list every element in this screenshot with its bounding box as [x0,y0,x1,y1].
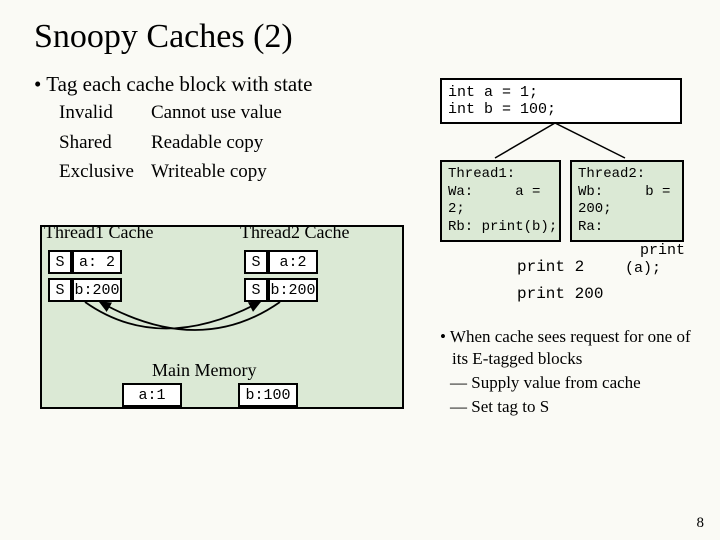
right-text-1: When cache sees request for one of its E… [450,327,691,368]
thread2-box: Thread2: Wb: b = 200; Ra: [570,160,684,242]
cell-val: a: 2 [72,250,122,274]
cell-s: S [48,250,72,274]
cache2-label: Thread2 Cache [240,222,349,243]
right-text-3: Set tag to S [471,397,549,416]
right-explain: • When cache sees request for one of its… [440,326,692,418]
mem-cell: b:100 [238,383,298,407]
mem-cell: a:1 [122,383,182,407]
output-line-1: print 2 [517,258,584,276]
frag-print: print [640,242,685,259]
output-line-2: print 200 [517,285,603,303]
memory-label: Main Memory [152,360,256,381]
state-name: Exclusive [58,158,148,186]
thread1-box: Thread1: Wa: a = 2; Rb: print(b); [440,160,561,242]
slide-number: 8 [697,515,705,532]
cell-val: a:2 [268,250,318,274]
state-desc: Writeable copy [150,158,296,186]
frag-a: (a); [625,260,661,277]
state-desc: Cannot use value [150,99,296,127]
fork-arrows [440,118,676,160]
cache1-label: Thread1 Cache [44,222,153,243]
coherence-arcs [40,280,400,350]
state-name: Shared [58,129,148,157]
right-text-2: Supply value from cache [471,373,640,392]
state-name: Invalid [58,99,148,127]
slide-title: Snoopy Caches (2) [0,0,720,62]
cell-s: S [244,250,268,274]
state-desc: Readable copy [150,129,296,157]
bullet-text: Tag each cache block with state [46,72,312,96]
